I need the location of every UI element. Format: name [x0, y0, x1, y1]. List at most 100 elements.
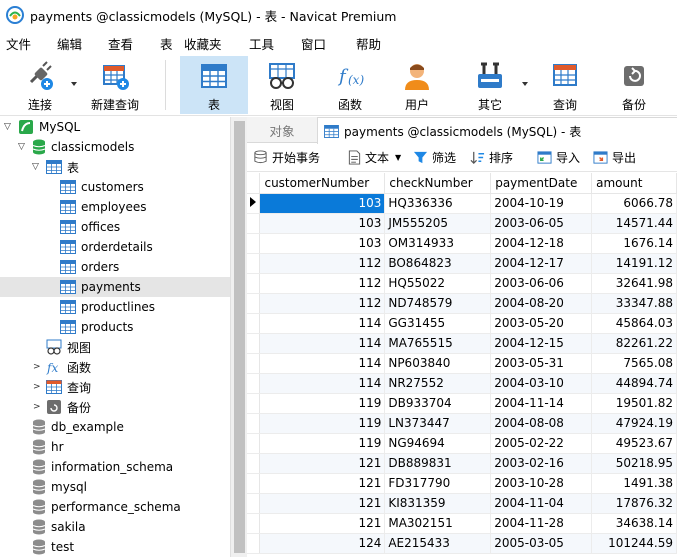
table-cell[interactable]: 49523.67	[591, 433, 677, 454]
row-indicator[interactable]	[247, 413, 261, 434]
column-header[interactable]: amount	[591, 173, 677, 194]
table-cell[interactable]: 34638.14	[591, 513, 677, 534]
table-cell[interactable]: DB933704	[384, 393, 492, 414]
table-row[interactable]: 119 DB933704 2004-11-14 19501.82	[247, 393, 677, 414]
table-cell[interactable]: 2004-08-20	[490, 293, 593, 314]
table-cell[interactable]: MA302151	[384, 513, 492, 534]
table-cell[interactable]: 19501.82	[591, 393, 677, 414]
row-indicator[interactable]	[247, 493, 261, 514]
menu-view[interactable]: 查看	[108, 34, 133, 53]
tab-objects[interactable]: 对象	[247, 117, 317, 143]
sort-button[interactable]: 排序	[470, 149, 513, 166]
table-button[interactable]: 表	[180, 56, 248, 114]
table-cell[interactable]: 112	[259, 293, 386, 314]
tree-database-db-example[interactable]: db_example	[0, 417, 230, 437]
table-cell[interactable]: 103	[259, 233, 386, 254]
menu-favorites[interactable]: 收藏夹	[184, 34, 222, 53]
table-cell[interactable]: 2003-02-16	[490, 453, 593, 474]
tree-group-tables[interactable]: ▽ 表	[0, 157, 230, 177]
data-grid[interactable]: customerNumber checkNumber paymentDate a…	[247, 173, 677, 557]
table-cell[interactable]: 121	[259, 513, 386, 534]
chevron-down-icon[interactable]: ▼	[395, 153, 401, 162]
row-indicator[interactable]	[247, 333, 261, 354]
table-cell[interactable]: 119	[259, 393, 386, 414]
table-row[interactable]: 124 AE215433 2005-03-05 101244.59	[247, 533, 677, 554]
table-cell[interactable]: NP603840	[384, 353, 492, 374]
tree-scrollbar[interactable]	[230, 117, 247, 557]
table-row[interactable]: 121 MA302151 2004-11-28 34638.14	[247, 513, 677, 534]
table-row[interactable]: 114 MA765515 2004-12-15 82261.22	[247, 333, 677, 354]
table-cell[interactable]: 121	[259, 473, 386, 494]
table-cell[interactable]: 44894.74	[591, 373, 677, 394]
tree-table-orderdetails[interactable]: orderdetails	[0, 237, 230, 257]
row-indicator[interactable]	[247, 213, 261, 234]
row-indicator[interactable]	[247, 233, 261, 254]
row-indicator[interactable]	[247, 353, 261, 374]
table-cell[interactable]: 101244.59	[591, 533, 677, 554]
table-cell[interactable]: 2004-11-28	[490, 513, 593, 534]
table-cell[interactable]: 121	[259, 493, 386, 514]
tree-database-hr[interactable]: hr	[0, 437, 230, 457]
table-cell[interactable]: 14191.12	[591, 253, 677, 274]
column-header[interactable]: checkNumber	[384, 173, 492, 194]
row-indicator[interactable]	[247, 313, 261, 334]
tree-database-performance-schema[interactable]: performance_schema	[0, 497, 230, 517]
table-cell[interactable]: 112	[259, 253, 386, 274]
table-cell[interactable]: 119	[259, 433, 386, 454]
table-cell[interactable]: 114	[259, 313, 386, 334]
text-button[interactable]: 文本 ▼	[348, 149, 401, 166]
menu-edit[interactable]: 编辑	[57, 34, 82, 53]
table-row[interactable]: 121 FD317790 2003-10-28 1491.38	[247, 473, 677, 494]
table-row[interactable]: 119 LN373447 2004-08-08 47924.19	[247, 413, 677, 434]
tree-database-test[interactable]: test	[0, 537, 230, 557]
tree-table-payments[interactable]: payments	[0, 277, 230, 297]
table-cell[interactable]: GG31455	[384, 313, 492, 334]
tree-group-backups[interactable]: > 备份	[0, 397, 230, 417]
new-query-button[interactable]: 新建查询	[86, 56, 144, 114]
tree-group-queries[interactable]: > 查询	[0, 377, 230, 397]
filter-button[interactable]: 筛选	[413, 149, 456, 166]
tree-table-productlines[interactable]: productlines	[0, 297, 230, 317]
query-button[interactable]: 查询	[540, 56, 590, 114]
table-cell[interactable]: 2004-10-19	[490, 193, 593, 214]
tree-table-products[interactable]: products	[0, 317, 230, 337]
table-cell[interactable]: 2003-05-20	[490, 313, 593, 334]
table-row[interactable]: 114 NR27552 2004-03-10 44894.74	[247, 373, 677, 394]
collapse-chevron-icon[interactable]: ▽	[32, 162, 39, 172]
table-cell[interactable]: 114	[259, 373, 386, 394]
table-row[interactable]: 112 ND748579 2004-08-20 33347.88	[247, 293, 677, 314]
table-cell[interactable]: LN373447	[384, 413, 492, 434]
tab-payments-table[interactable]: payments @classicmodels (MySQL) - 表	[317, 117, 677, 144]
connect-button[interactable]: 连接	[14, 56, 66, 114]
tree-scrollbar-thumb[interactable]	[234, 121, 245, 553]
column-header[interactable]: customerNumber	[259, 173, 386, 194]
table-cell[interactable]: 103	[259, 193, 386, 214]
row-indicator[interactable]	[247, 453, 261, 474]
table-cell[interactable]: DB889831	[384, 453, 492, 474]
row-indicator[interactable]	[247, 473, 261, 494]
menu-tools[interactable]: 工具	[249, 34, 274, 53]
table-cell[interactable]: MA765515	[384, 333, 492, 354]
row-indicator[interactable]	[247, 533, 261, 554]
connect-dropdown-arrow[interactable]	[71, 82, 77, 86]
table-cell[interactable]: AE215433	[384, 533, 492, 554]
table-cell[interactable]: 119	[259, 413, 386, 434]
table-row[interactable]: 103 OM314933 2004-12-18 1676.14	[247, 233, 677, 254]
import-button[interactable]: 导入	[537, 149, 580, 166]
table-cell[interactable]: 2004-12-15	[490, 333, 593, 354]
table-cell[interactable]: 50218.95	[591, 453, 677, 474]
menu-file[interactable]: 文件	[6, 34, 31, 53]
table-cell[interactable]: 2004-03-10	[490, 373, 593, 394]
table-row[interactable]: 112 HQ55022 2003-06-06 32641.98	[247, 273, 677, 294]
table-cell[interactable]: BO864823	[384, 253, 492, 274]
table-row[interactable]: 103 JM555205 2003-06-05 14571.44	[247, 213, 677, 234]
collapse-chevron-icon[interactable]: ▽	[4, 122, 11, 132]
table-cell[interactable]: 112	[259, 273, 386, 294]
table-cell[interactable]: KI831359	[384, 493, 492, 514]
table-cell[interactable]: 2004-11-14	[490, 393, 593, 414]
expand-chevron-icon[interactable]: >	[33, 382, 41, 392]
table-cell[interactable]: HQ336336	[384, 193, 492, 214]
table-cell[interactable]: 2003-06-06	[490, 273, 593, 294]
expand-chevron-icon[interactable]: >	[33, 402, 41, 412]
other-dropdown-arrow[interactable]	[522, 82, 528, 86]
